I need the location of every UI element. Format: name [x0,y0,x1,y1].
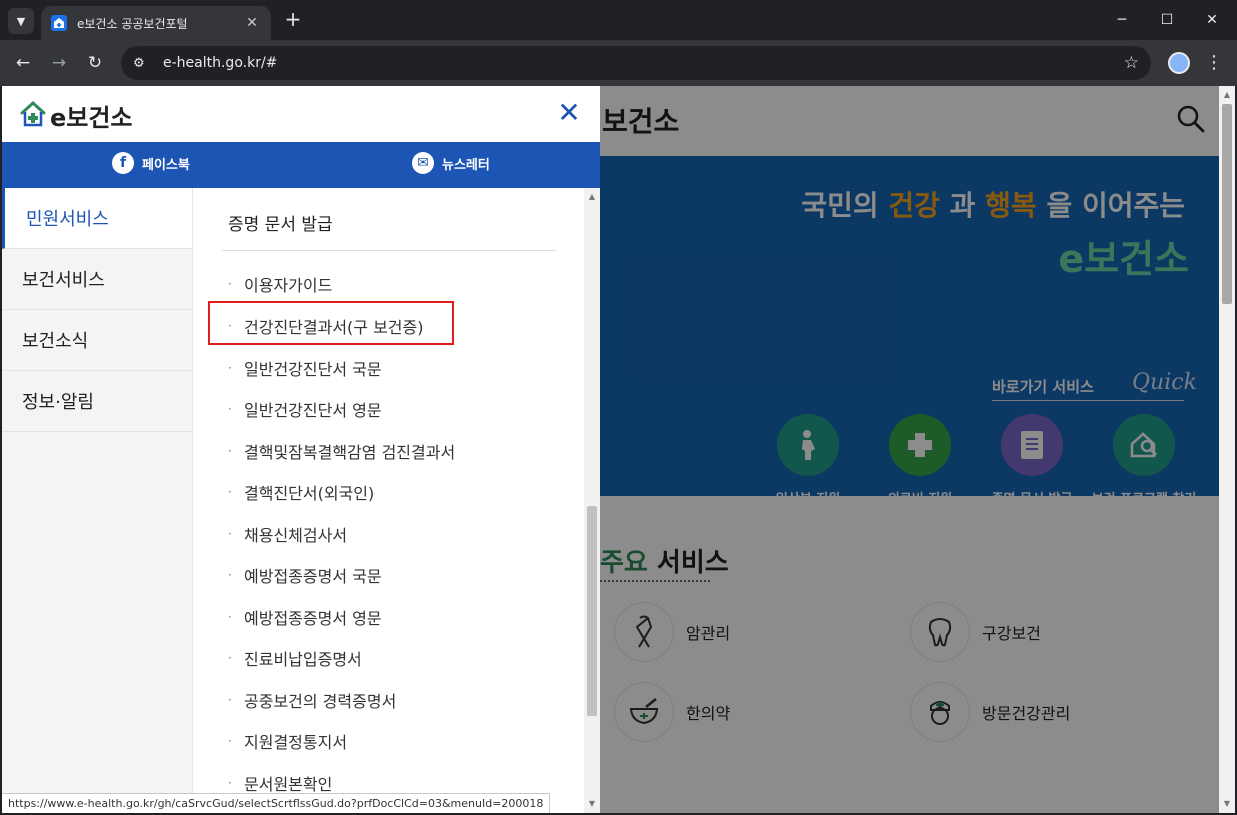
tab-search-button[interactable]: ▼ [8,8,34,34]
category-list: 민원서비스 보건서비스 보건소식 정보·알림 [2,188,193,813]
submenu-item[interactable]: · 문서원본확인 [228,771,332,795]
new-tab-button[interactable]: + [282,9,304,31]
back-button[interactable]: ← [11,51,35,75]
chevron-down-icon: ▼ [16,14,26,28]
tab-close-icon[interactable]: ✕ [243,15,261,31]
category-civil-service[interactable]: 민원서비스 [2,188,192,249]
submenu-title[interactable]: 증명 문서 발급 [228,210,333,235]
submenu-item[interactable]: · 예방접종증명서 국문 [228,563,382,587]
submenu-item-label: 건강진단결과서(구 보건증) [244,318,424,337]
bookmark-star-icon[interactable]: ☆ [1124,53,1139,73]
arrow-left-icon: ← [15,53,31,73]
submenu-panel: 증명 문서 발급 · 이용자가이드 · 건강진단결과서(구 보건증) · 일반건강진단… [194,188,584,813]
submenu-item[interactable]: · 일반건강진단서 국문 [228,356,382,380]
submenu-item-label: 채용신체검사서 [244,526,348,545]
window-close-button[interactable]: ✕ [1197,8,1227,32]
reload-icon: ↻ [87,53,103,73]
bullet: · [228,361,232,375]
side-menu-drawer: e보건소 ✕ f 페이스북 ✉ 뉴스레터 민원서비스 보건서비스 보건소식 정보… [2,86,600,813]
submenu-item-label: 일반건강진단서 영문 [244,401,382,420]
bullet: · [228,651,232,665]
maximize-button[interactable]: ☐ [1152,8,1182,32]
submenu-item-label: 문서원본확인 [244,775,333,794]
submenu-item[interactable]: · 공중보건의 경력증명서 [228,688,396,712]
bullet: · [228,277,232,291]
submenu-item-label: 지원결정통지서 [244,733,348,752]
submenu-item-label: 공중보건의 경력증명서 [244,692,397,711]
newsletter-link[interactable]: ✉ 뉴스레터 [412,152,490,174]
tab-title: e보건소 공공보건포털 [77,16,188,31]
scroll-up-icon[interactable]: ▲ [1219,88,1235,102]
bullet: · [228,485,232,499]
browser-menu-icon[interactable]: ⋮ [1204,51,1224,75]
submenu-item-label: 결핵진단서(외국인) [244,484,375,503]
close-icon[interactable]: ✕ [556,99,582,127]
address-bar[interactable]: ⚙ e-health.go.kr/# ☆ [121,46,1151,80]
minimize-button[interactable]: ─ [1107,8,1137,32]
submenu-item-label: 일반건강진단서 국문 [244,360,382,379]
drawer-logo[interactable]: e보건소 [50,98,133,133]
submenu-item-label: 예방접종증명서 영문 [244,609,382,628]
submenu-item[interactable]: · 건강진단결과서(구 보건증) [228,314,424,338]
page-scrollbar-thumb[interactable] [1222,104,1232,304]
page-viewport: 보건소 국민의 건강 과 행복 을 이어주는 e보건소 바로가기 서비스 Qui… [2,86,1235,813]
submenu-item[interactable]: · 예방접종증명서 영문 [228,605,382,629]
submenu-item[interactable]: · 일반건강진단서 영문 [228,397,382,421]
submenu-item[interactable]: · 결핵및잠복결핵감염 검진결과서 [228,439,455,463]
browser-tab[interactable]: e보건소 공공보건포털 ✕ [41,6,271,40]
browser-toolbar: ← → ↻ ⚙ e-health.go.kr/# ☆ ⋮ [0,40,1237,86]
submenu-item-label: 결핵및잠복결핵감염 검진결과서 [244,443,456,462]
tab-strip: ▼ e보건소 공공보건포털 ✕ + ─ ☐ ✕ [0,0,1237,40]
submenu-item[interactable]: · 이용자가이드 [228,272,332,296]
drawer-header: e보건소 ✕ [2,86,600,142]
facebook-icon: f [112,152,134,174]
mail-icon: ✉ [412,152,434,174]
category-health-news[interactable]: 보건소식 [2,310,192,371]
profile-avatar[interactable] [1168,52,1190,74]
site-settings-icon[interactable]: ⚙ [133,56,153,71]
link-status-bar: https://www.e-health.go.kr/gh/caSrvcGud/… [2,793,551,813]
facebook-link[interactable]: f 페이스북 [112,152,190,174]
bullet: · [228,734,232,748]
bullet: · [228,610,232,624]
submenu-item-label: 이용자가이드 [244,276,333,295]
bullet: · [228,444,232,458]
submenu-item[interactable]: · 결핵진단서(외국인) [228,480,374,504]
drawer-scrollbar-thumb[interactable] [587,506,597,716]
page-scrollbar[interactable]: ▲ ▼ [1219,86,1235,813]
forward-button[interactable]: → [47,51,71,75]
bullet: · [228,527,232,541]
scroll-down-icon[interactable]: ▼ [584,797,600,811]
arrow-right-icon: → [51,53,67,73]
bullet: · [228,693,232,707]
submenu-item[interactable]: · 지원결정통지서 [228,729,347,753]
site-favicon-icon [51,15,67,31]
url-text: e-health.go.kr/# [163,55,278,71]
bullet: · [228,568,232,582]
scroll-down-icon[interactable]: ▼ [1219,797,1235,811]
scroll-up-icon[interactable]: ▲ [584,190,600,204]
bullet: · [228,319,232,333]
house-logo-icon [20,100,46,128]
divider [222,250,556,251]
sns-label: 뉴스레터 [442,157,490,173]
submenu-item[interactable]: · 채용신체검사서 [228,522,347,546]
category-health-service[interactable]: 보건서비스 [2,249,192,310]
bullet: · [228,402,232,416]
submenu-item-label: 예방접종증명서 국문 [244,567,382,586]
sns-bar: f 페이스북 ✉ 뉴스레터 [2,142,600,188]
bullet: · [228,776,232,790]
submenu-item[interactable]: · 진료비납입증명서 [228,646,362,670]
sns-label: 페이스북 [142,157,190,173]
drawer-scrollbar[interactable]: ▲ ▼ [584,188,600,813]
category-info-notice[interactable]: 정보·알림 [2,371,192,432]
submenu-item-label: 진료비납입증명서 [244,650,362,669]
reload-button[interactable]: ↻ [83,51,107,75]
